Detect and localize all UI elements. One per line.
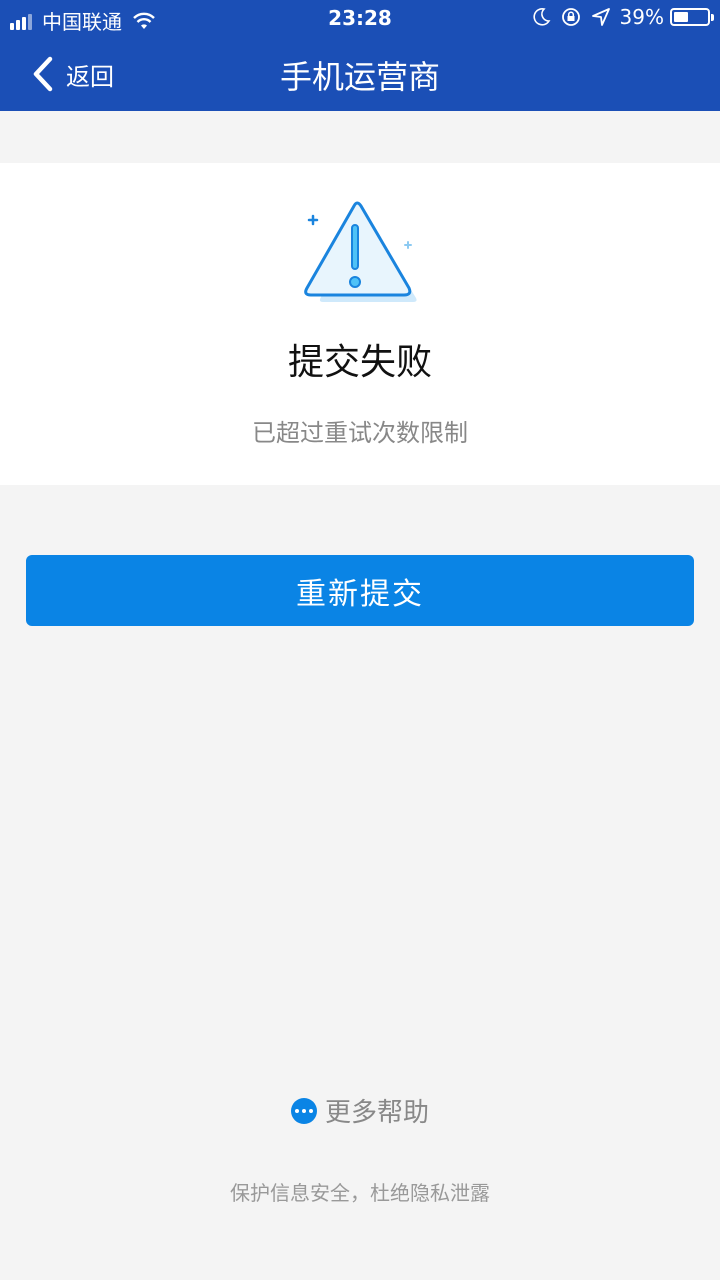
top-bar: 中国联通 23:28 39% 返回 手机运营商 xyxy=(0,0,720,111)
status-bar: 中国联通 23:28 39% xyxy=(0,0,720,38)
location-icon xyxy=(591,8,610,26)
footer-privacy-text: 保护信息安全，杜绝隐私泄露 xyxy=(230,1181,490,1205)
result-title: 提交失败 xyxy=(287,342,432,383)
retry-submit-button[interactable]: 重新提交 xyxy=(26,555,694,626)
status-right: 39% xyxy=(522,5,714,29)
battery-percent: 39% xyxy=(619,5,664,29)
battery-icon xyxy=(670,8,714,26)
more-icon xyxy=(290,1097,317,1124)
more-help-link[interactable]: 更多帮助 xyxy=(0,1092,720,1129)
moon-icon xyxy=(532,8,550,26)
more-help-label: 更多帮助 xyxy=(324,1098,429,1128)
result-card: 提交失败 已超过重试次数限制 xyxy=(0,163,720,485)
page-title: 手机运营商 xyxy=(279,58,440,96)
warning-icon xyxy=(304,201,417,302)
rotation-lock-icon xyxy=(561,8,580,26)
nav-bar: 返回 手机运营商 xyxy=(0,38,720,111)
result-description: 已超过重试次数限制 xyxy=(252,419,468,447)
